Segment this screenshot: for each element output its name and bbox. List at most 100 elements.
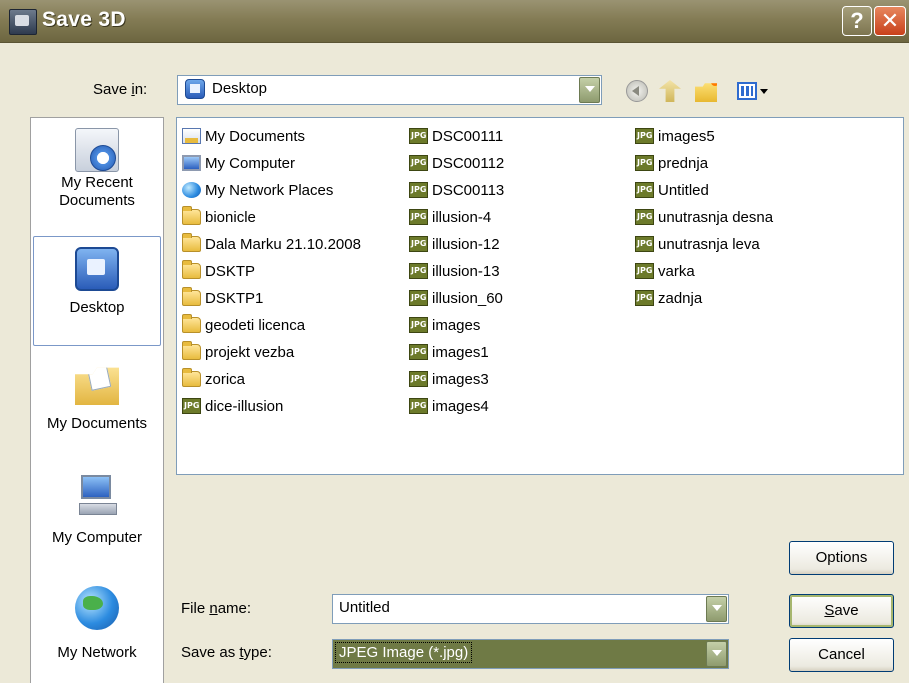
chevron-down-icon[interactable]: [579, 77, 600, 103]
cancel-button[interactable]: Cancel: [789, 638, 894, 672]
save-as-type-label: Save as type:: [181, 644, 272, 661]
list-item[interactable]: unutrasnja desna: [633, 204, 773, 231]
jpg-file-icon: [409, 155, 428, 171]
network-icon: [182, 182, 201, 198]
list-item[interactable]: DSC00112: [407, 150, 504, 177]
place-desktop[interactable]: Desktop: [33, 236, 161, 346]
save-button[interactable]: Save: [789, 594, 894, 628]
view-menu-icon[interactable]: [737, 82, 757, 100]
list-item[interactable]: DSKTP1: [180, 285, 361, 312]
window-title: Save 3D: [42, 8, 126, 31]
file-name: illusion-4: [432, 209, 492, 226]
app-icon: [9, 9, 37, 35]
list-item[interactable]: zadnja: [633, 285, 773, 312]
list-item[interactable]: bionicle: [180, 204, 361, 231]
list-item[interactable]: images4: [407, 393, 504, 420]
list-item[interactable]: My Network Places: [180, 177, 361, 204]
folder-icon: [182, 287, 201, 306]
list-item[interactable]: images5: [633, 123, 773, 150]
list-item[interactable]: illusion_60: [407, 285, 504, 312]
place-label: My Recent Documents: [59, 174, 135, 209]
file-name: Dala Marku 21.10.2008: [205, 236, 361, 253]
file-name: images1: [432, 344, 489, 361]
list-item[interactable]: Dala Marku 21.10.2008: [180, 231, 361, 258]
jpg-file-icon: [635, 236, 654, 252]
file-name: varka: [658, 263, 695, 280]
list-item[interactable]: illusion-4: [407, 204, 504, 231]
place-my-documents[interactable]: My Documents: [33, 361, 161, 433]
list-item[interactable]: My Documents: [180, 123, 361, 150]
file-name: DSC00113: [432, 182, 505, 199]
save-in-label: Save in:: [93, 81, 148, 98]
my-recent-documents-icon: [75, 128, 119, 172]
file-list[interactable]: My Documents My Computer My Network Places…: [176, 117, 904, 475]
help-button[interactable]: ?: [842, 6, 872, 36]
file-name-input[interactable]: Untitled: [332, 594, 729, 624]
jpg-file-icon: [409, 317, 428, 333]
place-my-computer[interactable]: My Computer: [33, 473, 161, 547]
folder-icon: [182, 260, 201, 279]
title-bar[interactable]: Save 3D ? ✕: [0, 0, 909, 43]
jpg-file-icon: [635, 128, 654, 144]
save-as-type-dropdown[interactable]: JPEG Image (*.jpg): [332, 639, 729, 669]
place-label: Desktop: [69, 299, 125, 316]
list-item[interactable]: DSC00113: [407, 177, 504, 204]
jpg-file-icon: [409, 398, 428, 414]
file-name: Untitled: [658, 182, 709, 199]
save-dialog: Save 3D ? ✕ Save in: Desktop My Recent Do…: [0, 0, 909, 683]
back-icon[interactable]: [626, 80, 648, 102]
file-name-value: Untitled: [339, 599, 390, 616]
place-label: My Documents: [46, 415, 148, 432]
list-item[interactable]: DSC00111: [407, 123, 504, 150]
list-item[interactable]: images3: [407, 366, 504, 393]
save-in-dropdown[interactable]: Desktop: [177, 75, 602, 105]
my-network-icon: [75, 586, 119, 630]
folder-icon: [182, 341, 201, 360]
jpg-file-icon: [635, 263, 654, 279]
list-item[interactable]: images: [407, 312, 504, 339]
list-item[interactable]: dice-illusion: [180, 393, 361, 420]
place-label: My Computer: [51, 529, 143, 546]
list-item[interactable]: projekt vezba: [180, 339, 361, 366]
new-folder-icon[interactable]: [695, 83, 717, 102]
jpg-file-icon: [409, 263, 428, 279]
list-item[interactable]: images1: [407, 339, 504, 366]
file-name: DSC00112: [432, 155, 505, 172]
place-my-network[interactable]: My Network: [33, 586, 161, 662]
save-as-type-value: JPEG Image (*.jpg): [334, 642, 473, 663]
file-name: illusion_60: [432, 290, 503, 307]
file-column-2: DSC00111 DSC00112 DSC00113 illusion-4 illusi…: [407, 123, 504, 420]
list-item[interactable]: My Computer: [180, 150, 361, 177]
list-item[interactable]: unutrasnja leva: [633, 231, 773, 258]
list-item[interactable]: illusion-13: [407, 258, 504, 285]
folder-icon: [182, 233, 201, 252]
file-name: illusion-12: [432, 236, 500, 253]
file-name: DSC00111: [432, 128, 504, 145]
list-item[interactable]: zorica: [180, 366, 361, 393]
list-item[interactable]: geodeti licenca: [180, 312, 361, 339]
jpg-file-icon: [635, 182, 654, 198]
place-label: My Network: [57, 644, 137, 661]
list-item[interactable]: varka: [633, 258, 773, 285]
list-item[interactable]: prednja: [633, 150, 773, 177]
file-name: prednja: [658, 155, 709, 172]
up-folder-icon[interactable]: [659, 80, 681, 102]
places-bar: My Recent Documents Desktop My Documents …: [30, 117, 164, 683]
list-item[interactable]: DSKTP: [180, 258, 361, 285]
list-item[interactable]: illusion-12: [407, 231, 504, 258]
list-item[interactable]: Untitled: [633, 177, 773, 204]
jpg-file-icon: [635, 209, 654, 225]
my-computer-icon: [75, 473, 119, 517]
view-menu-arrow-icon[interactable]: [760, 89, 768, 94]
chevron-down-icon[interactable]: [706, 641, 727, 667]
file-name: dice-illusion: [205, 398, 284, 415]
mycomp-icon: [182, 155, 201, 171]
options-button[interactable]: Options: [789, 541, 894, 575]
file-name: images5: [658, 128, 715, 145]
file-name-label: File name:: [181, 600, 252, 617]
place-my-recent-documents[interactable]: My Recent Documents: [33, 128, 161, 210]
chevron-down-icon[interactable]: [706, 596, 727, 622]
close-button[interactable]: ✕: [874, 6, 906, 36]
folder-icon: [182, 314, 201, 333]
folder-icon: [182, 368, 201, 387]
